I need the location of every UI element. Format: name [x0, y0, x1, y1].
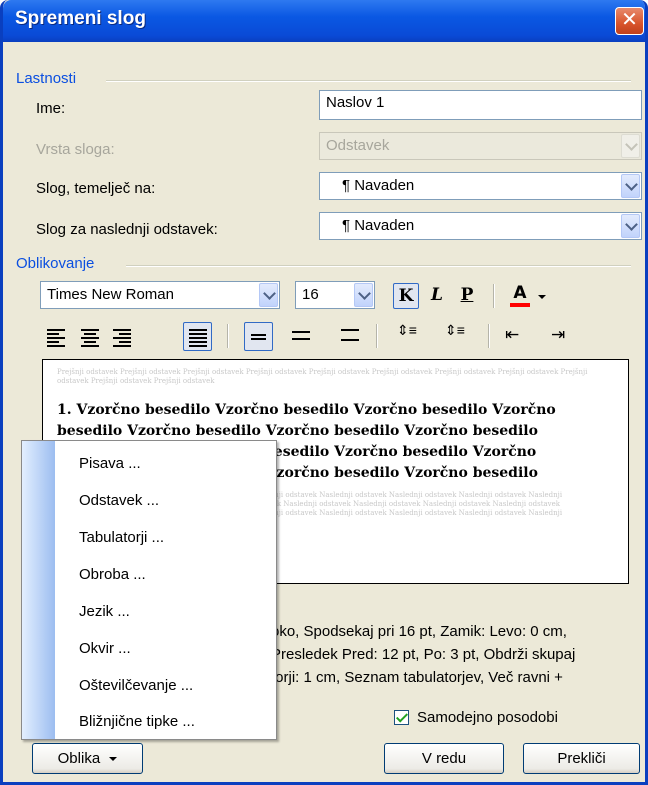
font-value: Times New Roman — [47, 286, 174, 303]
chevron-down-icon[interactable] — [621, 214, 640, 238]
previous-paragraph-preview: Prejšnji odstavek Prejšnji odstavek Prej… — [57, 368, 588, 385]
title-bar[interactable]: Spremeni slog ✕ — [3, 0, 645, 42]
menu-item-border[interactable]: Obroba ... — [79, 566, 146, 583]
toolbar-separator — [493, 284, 495, 308]
name-label: Ime: — [36, 100, 66, 117]
menu-item-font[interactable]: Pisava ... — [79, 455, 141, 472]
format-menu: Pisava ... Odstavek ... Tabulatorji ... … — [21, 440, 277, 740]
modify-style-dialog: Spremeni slog ✕ Lastnosti Ime: Naslov 1 … — [0, 0, 648, 785]
font-color-button[interactable]: A — [507, 281, 533, 307]
auto-update-label: Samodejno posodobi — [417, 709, 558, 726]
style-description: oko, Spodsekaj pri 16 pt, Zamik: Levo: 0… — [271, 620, 575, 689]
menu-item-paragraph[interactable]: Odstavek ... — [79, 492, 159, 509]
menu-icon-strip — [22, 441, 55, 739]
format-button[interactable]: Oblika — [32, 743, 143, 774]
auto-update-checkbox[interactable] — [394, 710, 409, 725]
increase-spacing-before-icon[interactable]: ⇕≡ — [397, 323, 419, 347]
next-style-label: Slog za naslednji odstavek: — [36, 221, 218, 238]
chevron-down-icon[interactable] — [259, 283, 278, 307]
chevron-down-icon[interactable] — [621, 174, 640, 198]
name-field[interactable]: Naslov 1 — [319, 90, 642, 120]
chevron-down-icon — [621, 134, 640, 158]
style-type-value: Odstavek — [326, 137, 390, 154]
toolbar-separator — [488, 324, 490, 348]
toolbar-separator — [376, 324, 378, 348]
toolbar-separator — [227, 324, 229, 348]
font-size-value: 16 — [302, 286, 319, 303]
formatting-section-label: Oblikovanje — [16, 255, 95, 272]
style-type-select: Odstavek — [319, 132, 642, 160]
justify-button[interactable] — [183, 322, 212, 351]
next-style-value: ¶ Navaden — [342, 217, 415, 234]
chevron-down-icon — [109, 757, 118, 762]
style-type-label: Vrsta sloga: — [36, 141, 115, 158]
menu-item-shortcut-keys[interactable]: Bližnjične tipke ... — [79, 713, 195, 730]
single-spacing-button[interactable] — [244, 322, 273, 351]
italic-button[interactable]: L — [424, 283, 450, 309]
dialog-title: Spremeni slog — [15, 8, 146, 29]
description-line-1: oko, Spodsekaj pri 16 pt, Zamik: Levo: 0… — [271, 623, 567, 640]
font-color-dropdown-icon[interactable] — [538, 295, 546, 299]
menu-item-numbering[interactable]: Oštevilčevanje ... — [79, 677, 193, 694]
next-style-select[interactable]: ¶ Navaden — [319, 212, 642, 240]
underline-button[interactable]: P — [454, 283, 480, 309]
bold-button[interactable]: K — [393, 283, 419, 309]
chevron-down-icon[interactable] — [354, 283, 373, 307]
align-justify-icon — [189, 329, 207, 349]
description-line-2: Presledek Pred: 12 pt, Po: 3 pt, Obdrži … — [271, 646, 576, 663]
close-button[interactable]: ✕ — [615, 7, 644, 35]
double-spacing-icon[interactable] — [341, 329, 359, 341]
decrease-indent-icon[interactable]: ⇤ — [505, 325, 519, 345]
menu-item-tabs[interactable]: Tabulatorji ... — [79, 529, 164, 546]
increase-indent-icon[interactable]: ⇥ — [551, 325, 565, 345]
one-and-half-spacing-icon[interactable] — [292, 331, 310, 341]
sample-number: 1. — [57, 402, 72, 418]
align-center-icon[interactable] — [81, 329, 99, 349]
align-right-icon[interactable] — [113, 329, 131, 349]
based-on-label: Slog, temelječ na: — [36, 180, 156, 197]
decrease-spacing-before-icon[interactable]: ⇕≡ — [445, 323, 467, 347]
based-on-select[interactable]: ¶ Navaden — [319, 172, 642, 200]
cancel-button[interactable]: Prekliči — [523, 743, 640, 774]
properties-section-label: Lastnosti — [16, 70, 77, 87]
align-left-icon[interactable] — [47, 329, 65, 349]
font-size-select[interactable]: 16 — [295, 281, 375, 309]
format-button-label: Oblika — [57, 750, 101, 767]
formatting-separator — [126, 265, 631, 267]
font-color-swatch — [510, 303, 530, 307]
font-select[interactable]: Times New Roman — [40, 281, 280, 309]
font-color-icon: A — [513, 283, 527, 303]
description-line-3: torji: 1 cm, Seznam tabulatorjev, Več ra… — [271, 669, 563, 686]
ok-button[interactable]: V redu — [384, 743, 504, 774]
menu-item-language[interactable]: Jezik ... — [79, 603, 130, 620]
based-on-value: ¶ Navaden — [342, 177, 415, 194]
menu-item-frame[interactable]: Okvir ... — [79, 640, 131, 657]
properties-separator — [106, 80, 631, 82]
